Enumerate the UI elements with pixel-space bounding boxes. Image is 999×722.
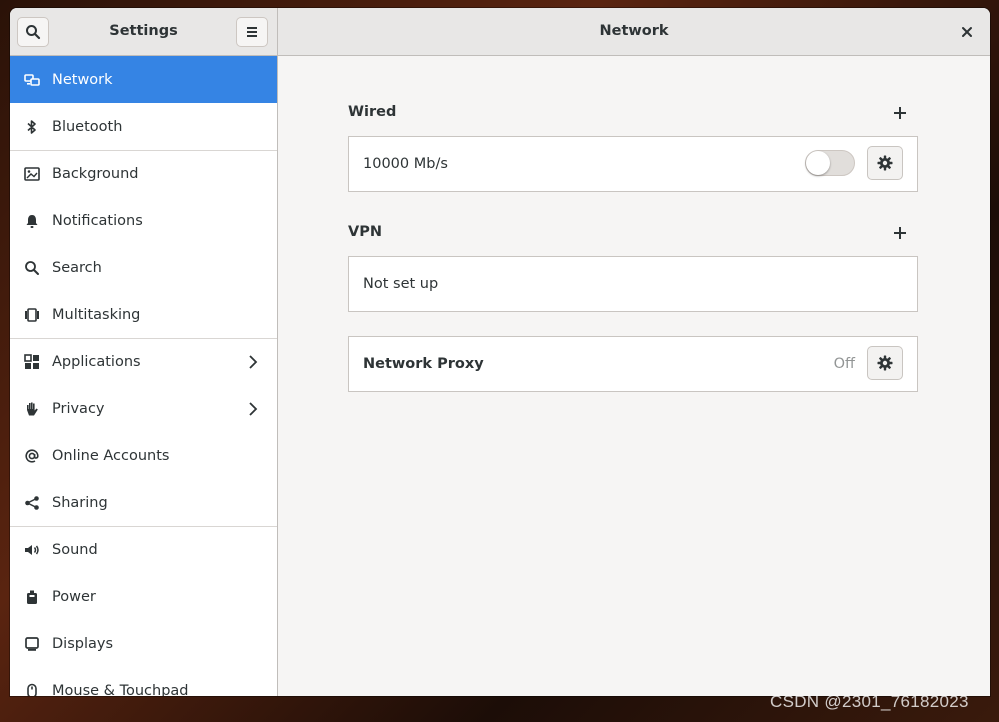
sidebar-item-label: Search bbox=[52, 259, 102, 276]
hand-icon bbox=[24, 401, 40, 417]
sidebar-item-mouse-touchpad[interactable]: Mouse & Touchpad bbox=[10, 667, 277, 696]
plus-icon bbox=[894, 107, 906, 119]
vpn-section-title: VPN bbox=[348, 224, 382, 240]
gear-icon bbox=[877, 355, 893, 371]
close-icon bbox=[962, 27, 972, 37]
sidebar-item-label: Multitasking bbox=[52, 306, 141, 323]
toggle-knob bbox=[806, 151, 830, 175]
wired-settings-button[interactable] bbox=[867, 146, 903, 180]
chevron-right-icon bbox=[249, 355, 258, 369]
add-vpn-button[interactable] bbox=[890, 223, 910, 243]
sidebar-item-privacy[interactable]: Privacy bbox=[10, 385, 277, 432]
network-proxy-label: Network Proxy bbox=[363, 356, 484, 372]
background-icon bbox=[24, 166, 40, 182]
headerbar: Settings Network bbox=[10, 8, 990, 56]
sidebar-item-background[interactable]: Background bbox=[10, 150, 277, 197]
power-icon bbox=[24, 589, 40, 605]
display-icon bbox=[24, 636, 40, 652]
sidebar-item-label: Privacy bbox=[52, 400, 105, 417]
add-wired-button[interactable] bbox=[890, 103, 910, 123]
sidebar-item-network[interactable]: Network bbox=[10, 56, 277, 103]
multitasking-icon bbox=[24, 307, 40, 323]
gear-icon bbox=[877, 155, 893, 171]
sidebar-item-multitasking[interactable]: Multitasking bbox=[10, 291, 277, 338]
sidebar: Network Bluetooth Background Notificatio… bbox=[10, 56, 278, 696]
search-icon bbox=[24, 260, 40, 276]
sidebar-item-label: Applications bbox=[52, 354, 141, 370]
wired-section-title: Wired bbox=[348, 104, 397, 120]
sidebar-item-online-accounts[interactable]: Online Accounts bbox=[10, 432, 277, 479]
network-proxy-row[interactable]: Network Proxy Off bbox=[348, 336, 918, 392]
sidebar-item-sound[interactable]: Sound bbox=[10, 526, 277, 573]
sidebar-item-label: Sharing bbox=[52, 494, 108, 511]
bell-icon bbox=[24, 213, 40, 229]
sidebar-item-displays[interactable]: Displays bbox=[10, 620, 277, 667]
settings-window: Settings Network Network Bluetooth Backg… bbox=[10, 8, 990, 696]
close-button[interactable] bbox=[954, 19, 980, 45]
proxy-settings-button[interactable] bbox=[867, 346, 903, 380]
sidebar-item-bluetooth[interactable]: Bluetooth bbox=[10, 103, 277, 150]
vpn-row: Not set up bbox=[348, 256, 918, 312]
sidebar-item-label: Displays bbox=[52, 635, 114, 652]
sidebar-item-applications[interactable]: Applications bbox=[10, 338, 277, 385]
wired-connection-row: 10000 Mb/s bbox=[348, 136, 918, 192]
sidebar-item-label: Bluetooth bbox=[52, 118, 123, 135]
sidebar-item-label: Sound bbox=[52, 542, 98, 558]
page-title: Network bbox=[599, 23, 669, 39]
wired-speed: 10000 Mb/s bbox=[363, 156, 448, 172]
at-icon bbox=[24, 448, 40, 464]
sidebar-item-power[interactable]: Power bbox=[10, 573, 277, 620]
sidebar-item-notifications[interactable]: Notifications bbox=[10, 197, 277, 244]
speaker-icon bbox=[24, 542, 40, 558]
proxy-status: Off bbox=[833, 356, 855, 372]
mouse-icon bbox=[24, 683, 40, 696]
main-menu-button[interactable] bbox=[236, 17, 268, 47]
chevron-right-icon bbox=[249, 401, 258, 416]
wired-toggle-switch[interactable] bbox=[805, 150, 855, 176]
bluetooth-icon bbox=[24, 119, 40, 135]
sidebar-item-label: Notifications bbox=[52, 212, 143, 229]
network-icon bbox=[24, 72, 40, 88]
hamburger-icon bbox=[247, 27, 257, 37]
sidebar-item-label: Mouse & Touchpad bbox=[52, 682, 189, 697]
watermark: CSDN @2301_76182023 bbox=[770, 692, 969, 711]
vpn-status: Not set up bbox=[363, 276, 439, 292]
share-icon bbox=[24, 495, 40, 511]
plus-icon bbox=[894, 227, 906, 239]
sidebar-item-label: Online Accounts bbox=[52, 447, 170, 464]
sidebar-item-label: Background bbox=[52, 166, 139, 182]
sidebar-item-sharing[interactable]: Sharing bbox=[10, 479, 277, 526]
sidebar-header: Settings bbox=[10, 8, 278, 55]
sidebar-item-search[interactable]: Search bbox=[10, 244, 277, 291]
sidebar-item-label: Power bbox=[52, 588, 96, 605]
applications-icon bbox=[24, 354, 40, 370]
network-panel: Wired 10000 Mb/s VPN Not set up Network … bbox=[278, 56, 990, 696]
sidebar-item-label: Network bbox=[52, 71, 113, 88]
